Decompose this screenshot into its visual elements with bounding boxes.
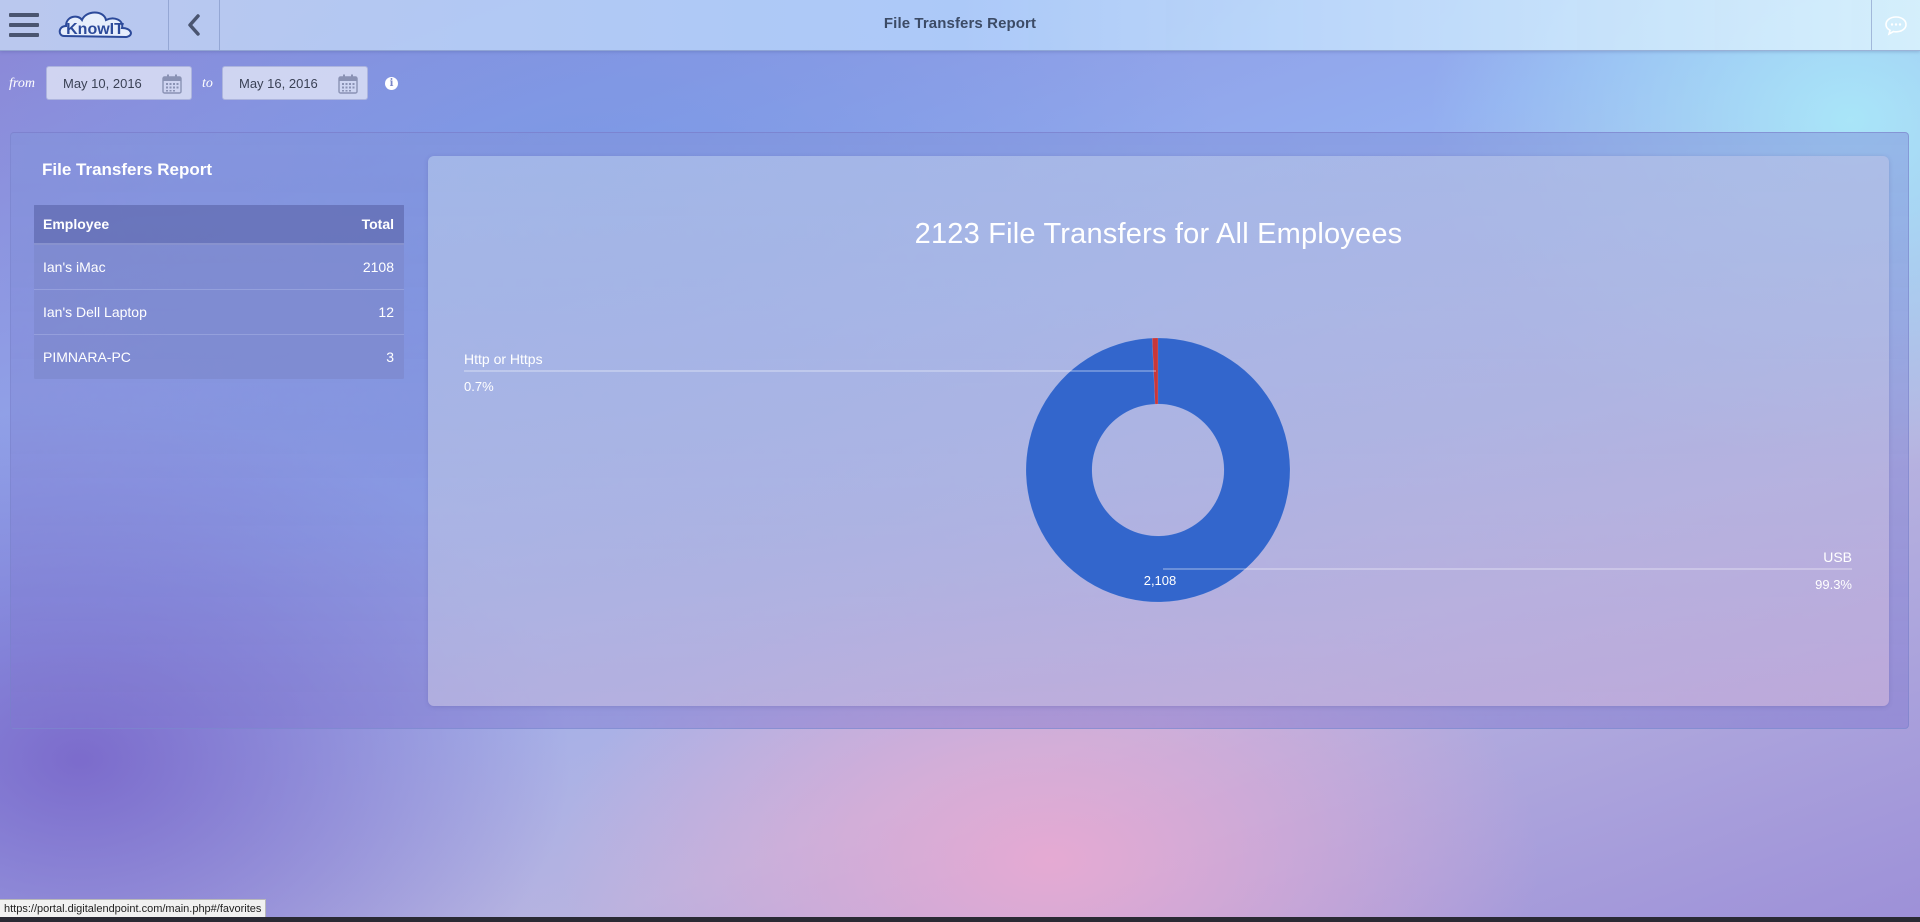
to-date-value: May 16, 2016 xyxy=(239,75,318,91)
chat-button[interactable] xyxy=(1871,0,1920,50)
column-header-total: Total xyxy=(361,216,394,232)
legend-percent-http: 0.7% xyxy=(464,379,494,394)
data-label-usb: 2,108 xyxy=(1144,573,1177,588)
hamburger-icon[interactable] xyxy=(0,0,48,50)
legend-label-usb: USB xyxy=(1823,549,1852,565)
legend-label-http: Http or Https xyxy=(464,351,543,367)
employee-table: Employee Total Ian's iMac 2108 Ian's Del… xyxy=(34,205,404,379)
table-header: Employee Total xyxy=(34,205,404,245)
to-label: to xyxy=(202,76,213,91)
calendar-icon[interactable] xyxy=(338,74,358,94)
table-row[interactable]: Ian's Dell Laptop 12 xyxy=(34,290,404,335)
employee-name: Ian's iMac xyxy=(43,259,106,275)
employee-total: 3 xyxy=(386,349,394,365)
legend-percent-usb: 99.3% xyxy=(1815,577,1852,592)
employee-total: 2108 xyxy=(362,259,394,275)
report-panel: File Transfers Report Employee Total Ian… xyxy=(10,132,1909,729)
pie-slice-usb[interactable] xyxy=(1025,337,1291,603)
chart-card: 2123 File Transfers for All Employees Ht… xyxy=(428,156,1889,706)
status-bar-url: https://portal.digitalendpoint.com/main.… xyxy=(0,899,267,919)
to-date-field[interactable]: May 16, 2016 xyxy=(222,66,368,100)
table-row[interactable]: Ian's iMac 2108 xyxy=(34,245,404,290)
employee-name: Ian's Dell Laptop xyxy=(43,304,147,320)
top-bar: KnowIT File Transfers Report xyxy=(0,0,1920,51)
donut-chart: Http or Https 0.7% USB 99.3% 2,108 xyxy=(464,337,1852,603)
page-title: File Transfers Report xyxy=(883,15,1037,32)
from-label: from xyxy=(9,76,35,91)
chat-bubble-icon xyxy=(1885,16,1907,36)
info-icon[interactable]: i xyxy=(385,77,398,90)
column-header-employee: Employee xyxy=(43,216,110,232)
taskbar-strip xyxy=(0,917,1920,922)
knowit-logo[interactable]: KnowIT xyxy=(58,6,140,44)
calendar-icon[interactable] xyxy=(162,74,182,94)
employee-name: PIMNARA-PC xyxy=(43,349,131,365)
table-row[interactable]: PIMNARA-PC 3 xyxy=(34,335,404,379)
from-date-value: May 10, 2016 xyxy=(63,75,142,91)
chevron-left-icon xyxy=(188,14,200,36)
employee-total: 12 xyxy=(378,304,394,320)
report-title: File Transfers Report xyxy=(42,160,213,179)
from-date-field[interactable]: May 10, 2016 xyxy=(46,66,192,100)
back-button[interactable] xyxy=(168,0,220,50)
logo-text: KnowIT xyxy=(66,21,124,38)
